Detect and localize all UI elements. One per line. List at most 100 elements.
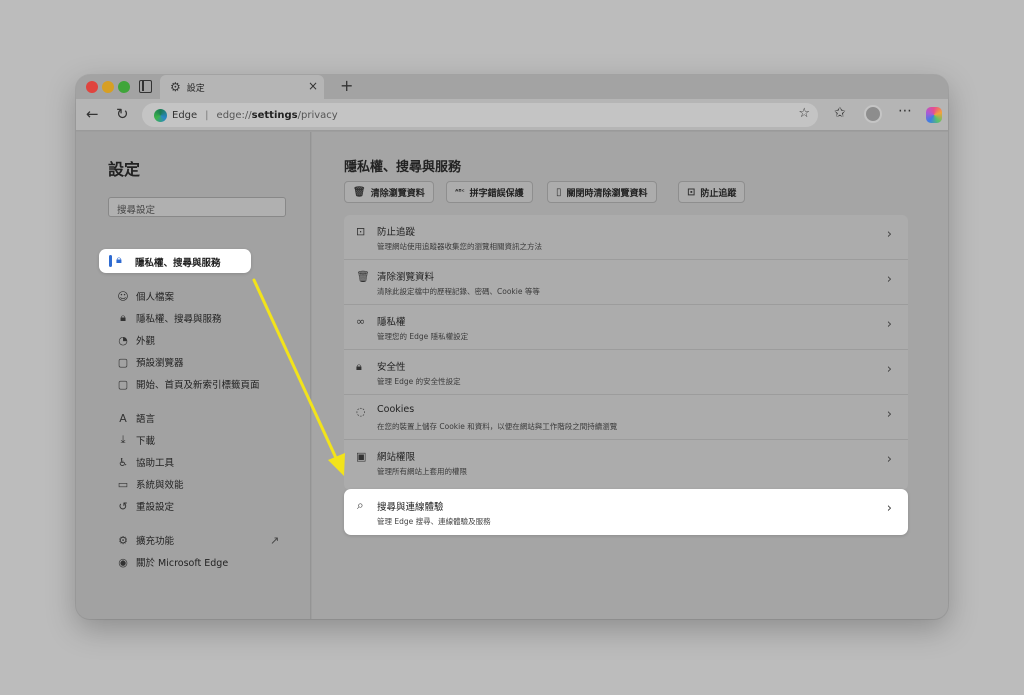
sidebar-item-privacy[interactable]: 🔒︎ 隱私權、搜尋與服務 <box>116 308 222 328</box>
more-icon[interactable]: ⋯ <box>898 103 912 119</box>
accessibility-icon: ♿︎ <box>118 455 128 469</box>
sidebar-item-label: 重設設定 <box>136 502 175 513</box>
tab-settings[interactable]: ⚙ 設定 × <box>160 75 324 99</box>
settings-main: 隱私權、搜尋與服務 🗑︎ 清除瀏覽資料 ᴬᴮᶜ 拼字錯誤保護 ▯ 關閉時清除瀏覽… <box>312 132 948 619</box>
row-site-permissions[interactable]: ▣ 網站權限 管理所有網站上套用的權限 › <box>344 440 908 485</box>
chevron-right-icon: › <box>886 227 892 242</box>
row-privacy[interactable]: ∞ 隱私權 管理您的 Edge 隱私權設定 › <box>344 305 908 350</box>
maximize-window-button[interactable] <box>118 81 130 93</box>
back-icon[interactable]: ← <box>86 105 99 123</box>
sidebar-item-privacy-highlighted[interactable]: 🔒︎ 隱私權、搜尋與服務 <box>99 249 251 273</box>
address-bar[interactable]: Edge | edge://settings/privacy ☆ <box>142 103 818 127</box>
sidebar-item-label: 開始、首頁及新索引標籤頁面 <box>136 380 260 391</box>
row-title: 隱私權 <box>377 317 406 328</box>
row-desc: 管理 Edge 的安全性設定 <box>377 377 461 386</box>
sidebar-item-profiles[interactable]: ☺ 個人檔案 <box>116 286 174 306</box>
lock-icon: 🔒︎ <box>116 253 122 266</box>
settings-card: ⊡ 防止追蹤 管理網站使用追蹤器收集您的瀏覽相關資訊之方法 › 🗑︎ 清除瀏覽資… <box>344 215 908 490</box>
sidebar-item-label: 預設瀏覽器 <box>136 358 184 369</box>
row-desc: 管理您的 Edge 隱私權設定 <box>377 332 469 341</box>
url-host: settings <box>251 109 298 121</box>
sidebar-item-downloads[interactable]: ⤓ 下載 <box>116 430 155 450</box>
lock-icon: 🔒︎ <box>120 311 126 324</box>
spellcheck-icon: ᴬᴮᶜ <box>455 188 465 196</box>
sidebar-item-start-home[interactable]: ▢ 開始、首頁及新索引標籤頁面 <box>116 374 260 394</box>
permissions-icon: ▣ <box>356 450 367 463</box>
sidebar-item-default-browser[interactable]: ▢ 預設瀏覽器 <box>116 352 184 372</box>
chip-clear-data[interactable]: 🗑︎ 清除瀏覽資料 <box>344 181 434 203</box>
close-tab-icon[interactable]: × <box>308 79 318 93</box>
chip-label: 關閉時清除瀏覽資料 <box>566 188 648 199</box>
chip-label: 清除瀏覽資料 <box>370 188 425 199</box>
favorite-star-icon[interactable]: ☆ <box>798 106 810 121</box>
extensions-icon: ⚙ <box>118 533 128 547</box>
row-title: 網站權限 <box>377 452 416 463</box>
address-separator: | <box>205 109 209 121</box>
chip-label: 拼字錯誤保護 <box>469 188 524 199</box>
row-desc: 在您的裝置上儲存 Cookie 和資料，以便在網站與工作階段之間持續瀏覽 <box>377 422 618 431</box>
chevron-right-icon: › <box>886 407 892 422</box>
lock-icon: 🔒︎ <box>356 360 362 373</box>
row-desc: 管理網站使用追蹤器收集您的瀏覽相關資訊之方法 <box>377 242 542 251</box>
cookie-icon: ◌ <box>356 405 366 418</box>
home-icon: ▢ <box>117 377 129 391</box>
row-desc: 管理 Edge 搜尋、連線體驗及服務 <box>377 517 491 526</box>
url-scheme: edge:// <box>216 109 252 121</box>
refresh-icon[interactable]: ↻ <box>116 105 129 123</box>
tracking-icon: ⊡ <box>356 225 366 238</box>
copilot-icon[interactable] <box>926 107 942 123</box>
external-link-icon[interactable]: ↗ <box>270 534 279 547</box>
sidebar-item-extensions[interactable]: ⚙ 擴充功能 <box>116 530 174 550</box>
row-search-connected-experiences[interactable]: ⌕ 搜尋與連線體驗 管理 Edge 搜尋、連線體驗及服務 › <box>344 489 908 535</box>
favorites-icon[interactable]: ✩ <box>834 105 846 121</box>
sidebar-item-system[interactable]: ▭ 系統與效能 <box>116 474 184 494</box>
trash-icon: 🗑︎ <box>356 270 370 283</box>
palette-icon: ◔ <box>118 333 128 347</box>
chip-label: 防止追蹤 <box>700 188 737 199</box>
settings-sidebar: 設定 搜尋設定 ☺ 個人檔案 🔒︎ 隱私權、搜尋與服務 ◔ 外觀 ▢ 預設瀏覽器… <box>76 132 311 619</box>
language-icon: A <box>119 411 127 425</box>
row-title: 搜尋與連線體驗 <box>377 502 444 513</box>
sidebar-item-label: 語言 <box>136 414 156 425</box>
minimize-window-button[interactable] <box>102 81 114 93</box>
sidebar-item-label: 個人檔案 <box>136 292 175 303</box>
row-title: 安全性 <box>377 362 406 373</box>
trash-icon: 🗑︎ <box>353 186 366 198</box>
profile-icon: ☺ <box>117 289 129 303</box>
tab-actions-icon[interactable] <box>139 80 152 93</box>
toolbar: ← ↻ Edge | edge://settings/privacy ☆ ✩ ⋯ <box>76 99 948 131</box>
sidebar-item-label: 擴充功能 <box>136 536 175 547</box>
chip-tracking[interactable]: ⊡ 防止追蹤 <box>678 181 746 203</box>
selected-indicator <box>109 255 112 267</box>
browser-window: ⚙ 設定 × + ← ↻ Edge | edge://settings/priv… <box>76 75 948 619</box>
chevron-right-icon: › <box>886 501 892 516</box>
browser-icon: ▢ <box>117 355 129 369</box>
row-desc: 清除此設定檔中的歷程記錄、密碼、Cookie 等等 <box>377 287 540 296</box>
profile-avatar[interactable] <box>864 105 882 123</box>
chevron-right-icon: › <box>886 362 892 377</box>
row-tracking-prevention[interactable]: ⊡ 防止追蹤 管理網站使用追蹤器收集您的瀏覽相關資訊之方法 › <box>344 215 908 260</box>
system-icon: ▭ <box>117 477 129 491</box>
tracking-icon: ⊡ <box>687 186 696 198</box>
row-cookies[interactable]: ◌ Cookies 在您的裝置上儲存 Cookie 和資料，以便在網站與工作階段… <box>344 395 908 440</box>
settings-title: 設定 <box>108 160 141 179</box>
chip-spellcheck[interactable]: ᴬᴮᶜ 拼字錯誤保護 <box>446 181 533 203</box>
sidebar-item-reset[interactable]: ↺ 重設設定 <box>116 496 174 516</box>
row-clear-browsing-data[interactable]: 🗑︎ 清除瀏覽資料 清除此設定檔中的歷程記錄、密碼、Cookie 等等 › <box>344 260 908 305</box>
tab-title: 設定 <box>186 83 205 94</box>
close-window-button[interactable] <box>86 81 98 93</box>
settings-search-input[interactable]: 搜尋設定 <box>108 197 286 217</box>
sidebar-item-label: 外觀 <box>136 336 156 347</box>
sidebar-item-appearance[interactable]: ◔ 外觀 <box>116 330 155 350</box>
new-tab-button[interactable]: + <box>340 76 353 95</box>
download-icon: ⤓ <box>120 433 126 446</box>
search-icon: ⌕ <box>357 498 364 512</box>
sidebar-item-about[interactable]: ◉ 關於 Microsoft Edge <box>116 552 228 572</box>
sidebar-item-languages[interactable]: A 語言 <box>116 408 155 428</box>
gear-icon: ⚙ <box>170 80 181 94</box>
sidebar-item-accessibility[interactable]: ♿︎ 協助工具 <box>116 452 174 472</box>
sidebar-item-label: 隱私權、搜尋與服務 <box>136 314 222 325</box>
chevron-right-icon: › <box>886 317 892 332</box>
chip-clear-on-close[interactable]: ▯ 關閉時清除瀏覽資料 <box>547 181 657 203</box>
row-security[interactable]: 🔒︎ 安全性 管理 Edge 的安全性設定 › <box>344 350 908 395</box>
